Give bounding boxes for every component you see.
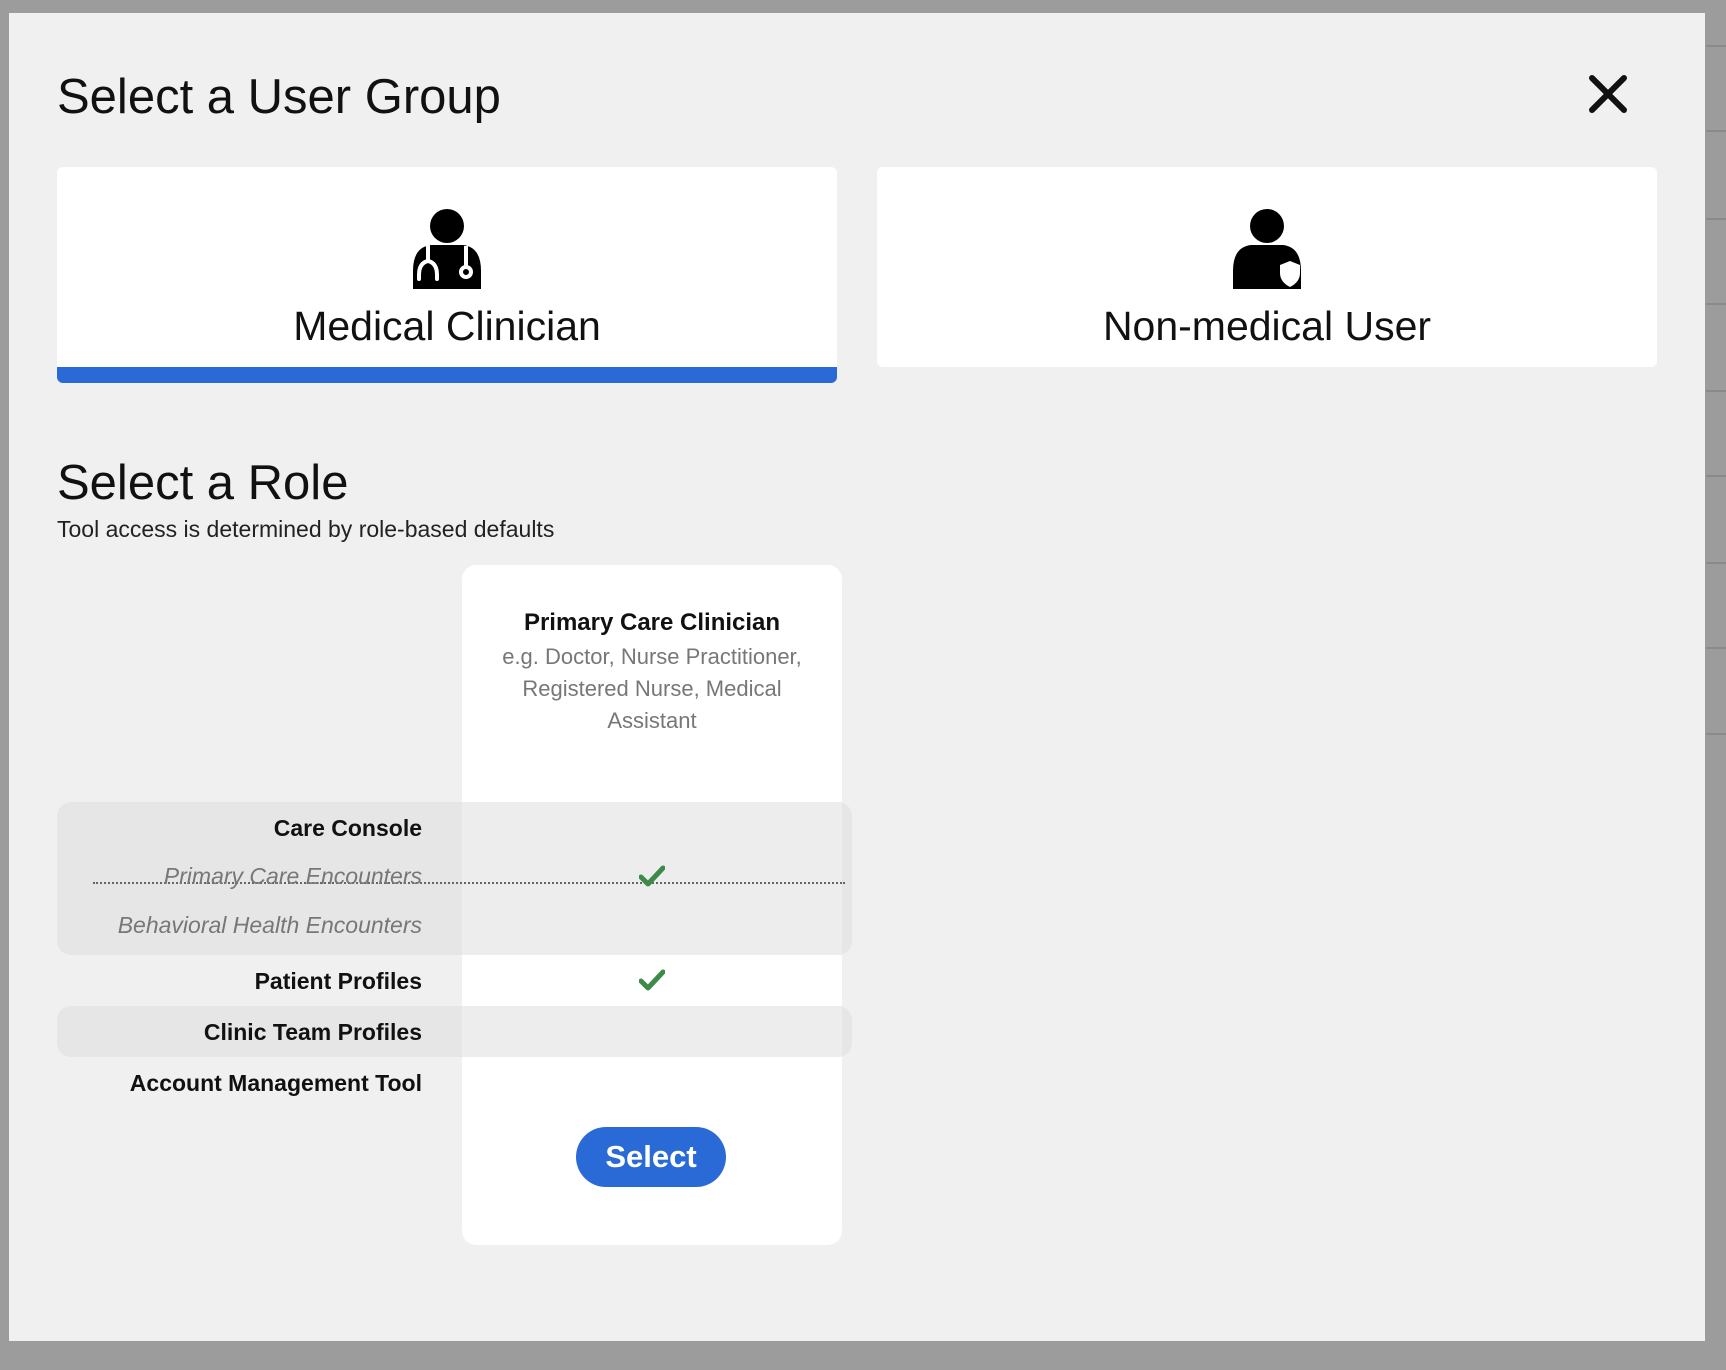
feature-row-band [462, 1006, 842, 1057]
feature-account-management-tool: Account Management Tool [129, 1070, 422, 1096]
modal-title: Select a User Group [57, 70, 501, 124]
background-divider [1706, 475, 1726, 477]
feature-behavioral-health-encounters: Behavioral Health Encounters [117, 912, 422, 938]
select-user-group-modal: Select a User Group Medical Clinician No… [9, 13, 1705, 1341]
select-role-button[interactable]: Select [576, 1127, 726, 1187]
checkmark-icon [639, 969, 665, 991]
background-divider [1706, 218, 1726, 220]
background-divider [1706, 647, 1726, 649]
background-divider [1706, 45, 1726, 47]
user-group-medical-clinician[interactable]: Medical Clinician [57, 167, 837, 383]
close-icon [1589, 75, 1627, 113]
close-button[interactable] [1579, 65, 1637, 123]
role-section-subtitle: Tool access is determined by role-based … [57, 516, 555, 542]
feature-clinic-team-profiles: Clinic Team Profiles [203, 1019, 422, 1045]
checkmark-icon [639, 865, 665, 887]
user-group-label: Medical Clinician [293, 303, 601, 349]
background-divider [1706, 562, 1726, 564]
feature-care-console: Care Console [273, 815, 422, 841]
background-divider [1706, 130, 1726, 132]
role-name: Primary Care Clinician [523, 609, 781, 636]
role-description: e.g. Doctor, Nurse Practitioner, Registe… [502, 644, 802, 733]
background-divider [1706, 390, 1726, 392]
role-section-title: Select a Role [57, 456, 349, 510]
user-shield-icon [1233, 209, 1301, 289]
background-divider [1706, 303, 1726, 305]
user-group-label: Non-medical User [1102, 303, 1432, 349]
selected-indicator [57, 367, 837, 383]
user-group-non-medical-user[interactable]: Non-medical User [877, 167, 1657, 367]
background-divider [1706, 733, 1726, 735]
feature-patient-profiles: Patient Profiles [254, 968, 422, 994]
doctor-stethoscope-icon [413, 209, 481, 289]
feature-primary-care-encounters: Primary Care Encounters [163, 863, 422, 889]
